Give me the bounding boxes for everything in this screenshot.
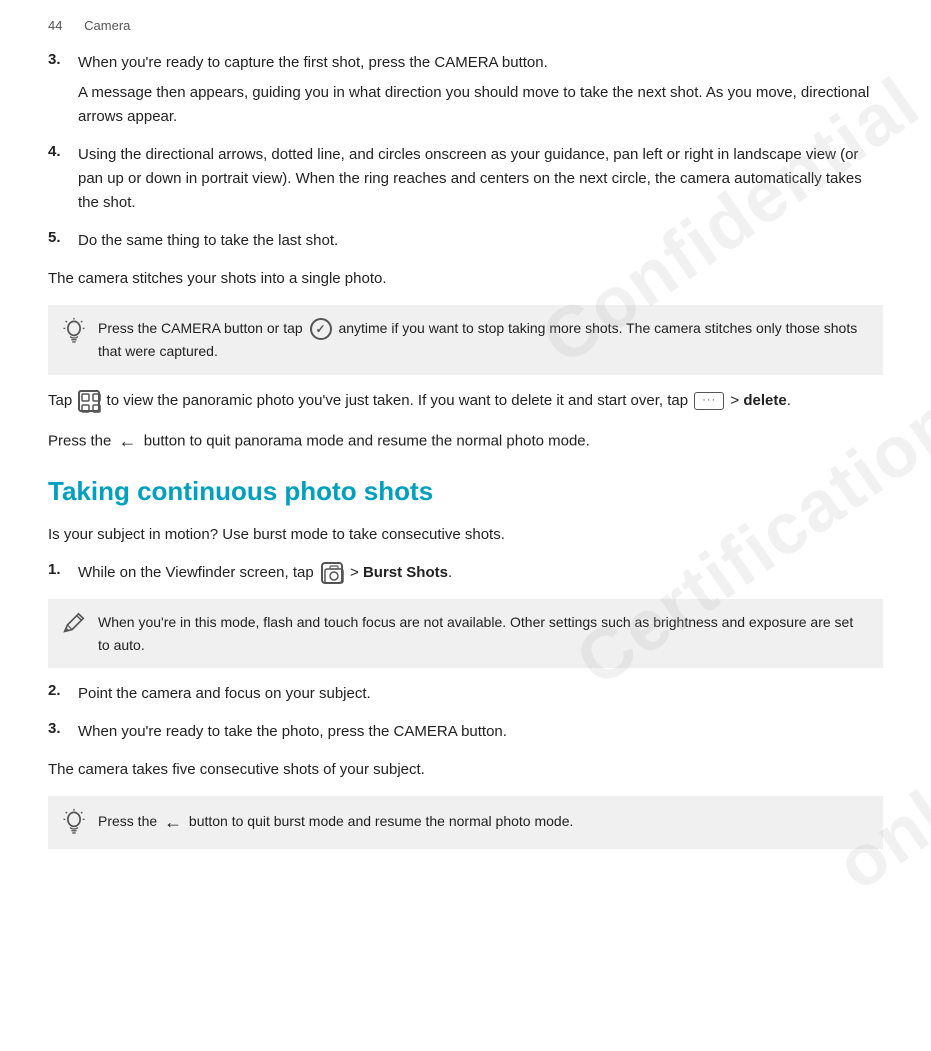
dots-menu-icon: ··· <box>694 392 724 410</box>
burst-step-2-number: 2. <box>48 682 78 699</box>
tap-text3: > <box>730 392 743 409</box>
camera-settings-icon <box>321 562 343 584</box>
tip2-text1: Press the <box>98 813 157 829</box>
pencil-icon <box>60 611 88 639</box>
step-3: 3. When you're ready to capture the firs… <box>48 51 883 129</box>
step-4: 4. Using the directional arrows, dotted … <box>48 143 883 215</box>
step-3-content: When you're ready to capture the first s… <box>78 51 883 129</box>
tap-delete-bold: delete <box>743 392 786 409</box>
tap-text1: Tap <box>48 392 76 409</box>
tip2-text2: button to quit burst mode and resume the… <box>189 813 573 829</box>
paragraph-back: Press the ← button to quit panorama mode… <box>48 427 883 456</box>
page-container: 44 Camera 3. When you're ready to captur… <box>0 0 931 887</box>
page-number: 44 <box>48 18 62 33</box>
paragraph-five: The camera takes five consecutive shots … <box>48 758 883 782</box>
step-4-number: 4. <box>48 143 78 160</box>
burst-step-1: 1. While on the Viewfinder screen, tap >… <box>48 561 883 585</box>
burst-step-1-number: 1. <box>48 561 78 578</box>
checkmark-circle-icon: ✓ <box>310 318 332 340</box>
burst-step1-after: > <box>350 564 363 581</box>
paragraph-stitch: The camera stitches your shots into a si… <box>48 267 883 291</box>
tap-text4: . <box>787 392 791 409</box>
step-5-content: Do the same thing to take the last shot. <box>78 229 883 253</box>
lightbulb-icon-2 <box>60 808 88 836</box>
note1-text: When you're in this mode, flash and touc… <box>98 614 853 652</box>
tip1-text-before: Press the CAMERA button or tap <box>98 320 303 336</box>
burst-step-1-content: While on the Viewfinder screen, tap > Bu… <box>78 561 883 585</box>
tip-box-1: Press the CAMERA button or tap ✓ anytime… <box>48 305 883 375</box>
section-label: Camera <box>84 18 130 33</box>
tap-text2: to view the panoramic photo you've just … <box>107 392 693 409</box>
back-text2: button to quit panorama mode and resume … <box>144 432 590 449</box>
step-5: 5. Do the same thing to take the last sh… <box>48 229 883 253</box>
section-title-burst: Taking continuous photo shots <box>48 475 883 509</box>
step-5-number: 5. <box>48 229 78 246</box>
back-text1: Press the <box>48 432 116 449</box>
back-arrow-icon-1: ← <box>119 427 137 456</box>
burst-step1-end: . <box>448 564 452 581</box>
step-3-number: 3. <box>48 51 78 68</box>
burst-step-3-number: 3. <box>48 720 78 737</box>
burst-step-2: 2. Point the camera and focus on your su… <box>48 682 883 706</box>
note-box-1: When you're in this mode, flash and touc… <box>48 599 883 668</box>
paragraph-burst: Is your subject in motion? Use burst mod… <box>48 523 883 547</box>
burst-step1-before: While on the Viewfinder screen, tap <box>78 564 314 581</box>
burst-shots-bold: Burst Shots <box>363 564 448 581</box>
paragraph-tap: Tap to view the panoramic photo you've j… <box>48 389 883 413</box>
page-header: 44 Camera <box>48 18 883 33</box>
step-3-text: When you're ready to capture the first s… <box>78 54 548 71</box>
tip-box-2: Press the ← button to quit burst mode an… <box>48 796 883 849</box>
lightbulb-icon-1 <box>60 317 88 345</box>
step-3-sub: A message then appears, guiding you in w… <box>78 81 883 129</box>
step-4-content: Using the directional arrows, dotted lin… <box>78 143 883 215</box>
burst-step-3-content: When you're ready to take the photo, pre… <box>78 720 883 744</box>
grid-icon <box>78 390 100 412</box>
burst-step-3: 3. When you're ready to take the photo, … <box>48 720 883 744</box>
burst-step-2-content: Point the camera and focus on your subje… <box>78 682 883 706</box>
back-arrow-icon-2: ← <box>164 808 182 837</box>
